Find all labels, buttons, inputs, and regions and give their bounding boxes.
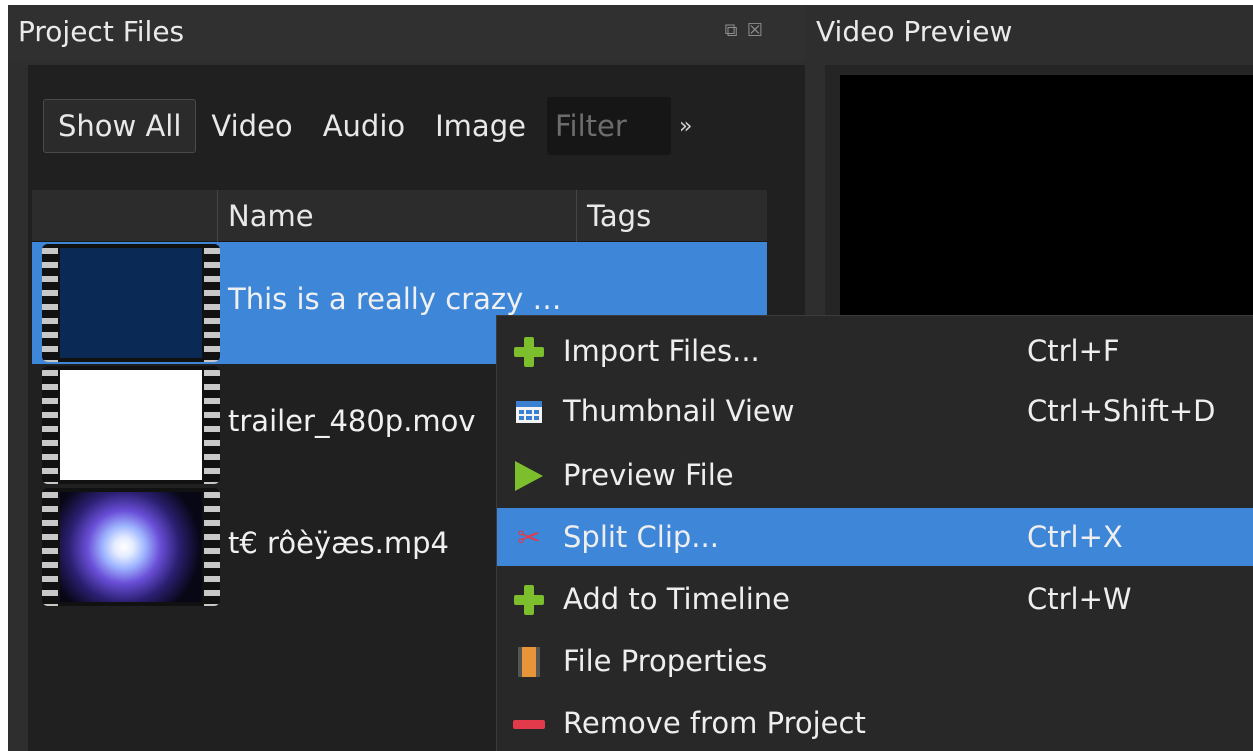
- menu-item-label: File Properties: [563, 644, 768, 678]
- thumbnail-frame: [60, 370, 202, 480]
- film-strip-left: [42, 488, 58, 606]
- menu-item-label: Remove from Project: [563, 706, 866, 740]
- menu-item-shortcut: Ctrl+W: [1027, 582, 1132, 616]
- filter-toolbar: Show All Video Audio Image »: [43, 97, 783, 155]
- menu-item-label: Split Clip...: [563, 520, 719, 554]
- file-thumbnail: [42, 488, 220, 606]
- film-strip-right: [204, 366, 220, 484]
- menu-item-label: Preview File: [563, 458, 734, 492]
- close-dock-icon[interactable]: ☒: [745, 19, 765, 41]
- menu-item-label: Thumbnail View: [563, 394, 795, 428]
- context-menu: Import Files... Ctrl+F Thumbnail View Ct…: [496, 315, 1253, 751]
- project-files-titlebar: Project Files ⧉ ☒: [8, 5, 805, 61]
- column-header-name[interactable]: Name: [218, 190, 577, 242]
- menu-item-preview-file[interactable]: Preview File: [497, 446, 1253, 504]
- file-name: trailer_480p.mov: [228, 404, 476, 438]
- audio-filter-button[interactable]: Audio: [308, 99, 420, 153]
- video-filter-button[interactable]: Video: [196, 99, 307, 153]
- column-header-thumbnail[interactable]: [32, 190, 218, 242]
- file-name: This is a really crazy …: [228, 282, 562, 316]
- scissors-icon: ✂: [517, 521, 541, 554]
- menu-item-shortcut: Ctrl+F: [1027, 334, 1120, 368]
- play-icon: [513, 460, 545, 492]
- film-strip-right: [204, 244, 220, 362]
- thumbnail-grid-icon: [513, 396, 545, 428]
- file-thumbnail: [42, 244, 220, 362]
- menu-item-file-properties[interactable]: File Properties: [497, 632, 1253, 690]
- menu-item-split-clip[interactable]: ✂ Split Clip... Ctrl+X: [497, 508, 1253, 566]
- menu-item-remove-from-project[interactable]: Remove from Project: [497, 694, 1253, 751]
- column-header-tags[interactable]: Tags: [577, 190, 767, 242]
- float-dock-icon[interactable]: ⧉: [721, 19, 741, 41]
- show-all-button[interactable]: Show All: [43, 99, 197, 153]
- menu-item-shortcut: Ctrl+Shift+D: [1027, 394, 1216, 428]
- menu-item-label: Import Files...: [563, 334, 760, 368]
- menu-item-thumbnail-view[interactable]: Thumbnail View Ctrl+Shift+D: [497, 382, 1253, 440]
- image-filter-button[interactable]: Image: [420, 99, 541, 153]
- menu-item-label: Add to Timeline: [563, 582, 791, 616]
- film-strip-right: [204, 488, 220, 606]
- menu-item-add-to-timeline[interactable]: Add to Timeline Ctrl+W: [497, 570, 1253, 628]
- film-strip-left: [42, 366, 58, 484]
- file-name: t€ rôèÿæs.mp4: [228, 526, 449, 560]
- plus-icon: [513, 584, 545, 616]
- thumbnail-frame: [60, 492, 202, 602]
- project-files-title: Project Files: [18, 15, 185, 48]
- dock-buttons: ⧉ ☒: [721, 19, 765, 41]
- filter-input[interactable]: [554, 109, 665, 143]
- filter-field[interactable]: [546, 97, 671, 155]
- minus-icon: [513, 708, 545, 740]
- file-properties-icon: [513, 646, 545, 678]
- plus-icon: [513, 336, 545, 368]
- file-thumbnail: [42, 366, 220, 484]
- menu-item-import-files[interactable]: Import Files... Ctrl+F: [497, 322, 1253, 380]
- menu-item-shortcut: Ctrl+X: [1027, 520, 1123, 554]
- thumbnail-frame: [60, 248, 202, 358]
- film-strip-left: [42, 244, 58, 362]
- toolbar-overflow-button[interactable]: »: [679, 114, 692, 139]
- tree-header: Name Tags: [32, 190, 767, 242]
- video-preview-title: Video Preview: [816, 15, 1013, 48]
